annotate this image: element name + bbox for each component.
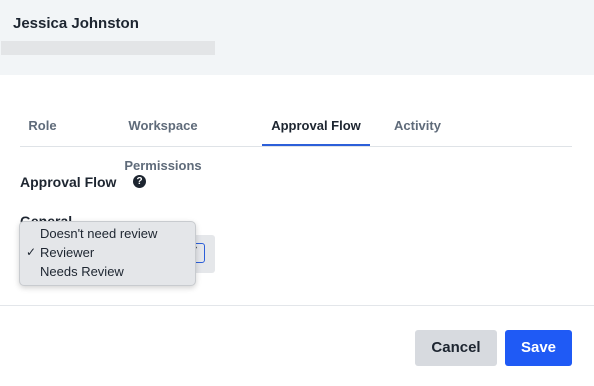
user-subtitle-placeholder [1, 41, 215, 55]
check-icon: ✓ [26, 245, 37, 259]
save-button[interactable]: Save [505, 330, 572, 366]
user-name: Jessica Johnston [13, 15, 139, 32]
approval-dropdown-menu: Doesn't need review ✓ Reviewer Needs Rev… [19, 221, 196, 286]
section-title: Approval Flow [20, 174, 117, 190]
tab-bar: Role Workspace Permissions Approval Flow… [20, 106, 572, 173]
user-header: Jessica Johnston [0, 0, 594, 75]
tab-role[interactable]: Role [20, 106, 65, 145]
question-circle-icon[interactable]: ? [133, 175, 146, 188]
tab-activity[interactable]: Activity [386, 106, 448, 145]
dropdown-option-doesnt-need-review[interactable]: Doesn't need review [20, 226, 195, 245]
tab-approval-flow[interactable]: Approval Flow [262, 106, 370, 146]
dropdown-option-reviewer[interactable]: ✓ Reviewer [20, 245, 195, 264]
footer-divider [0, 305, 594, 306]
tab-workspace-permissions[interactable]: Workspace Permissions [80, 106, 246, 173]
dropdown-option-needs-review[interactable]: Needs Review [20, 264, 195, 283]
cancel-button[interactable]: Cancel [415, 330, 497, 366]
